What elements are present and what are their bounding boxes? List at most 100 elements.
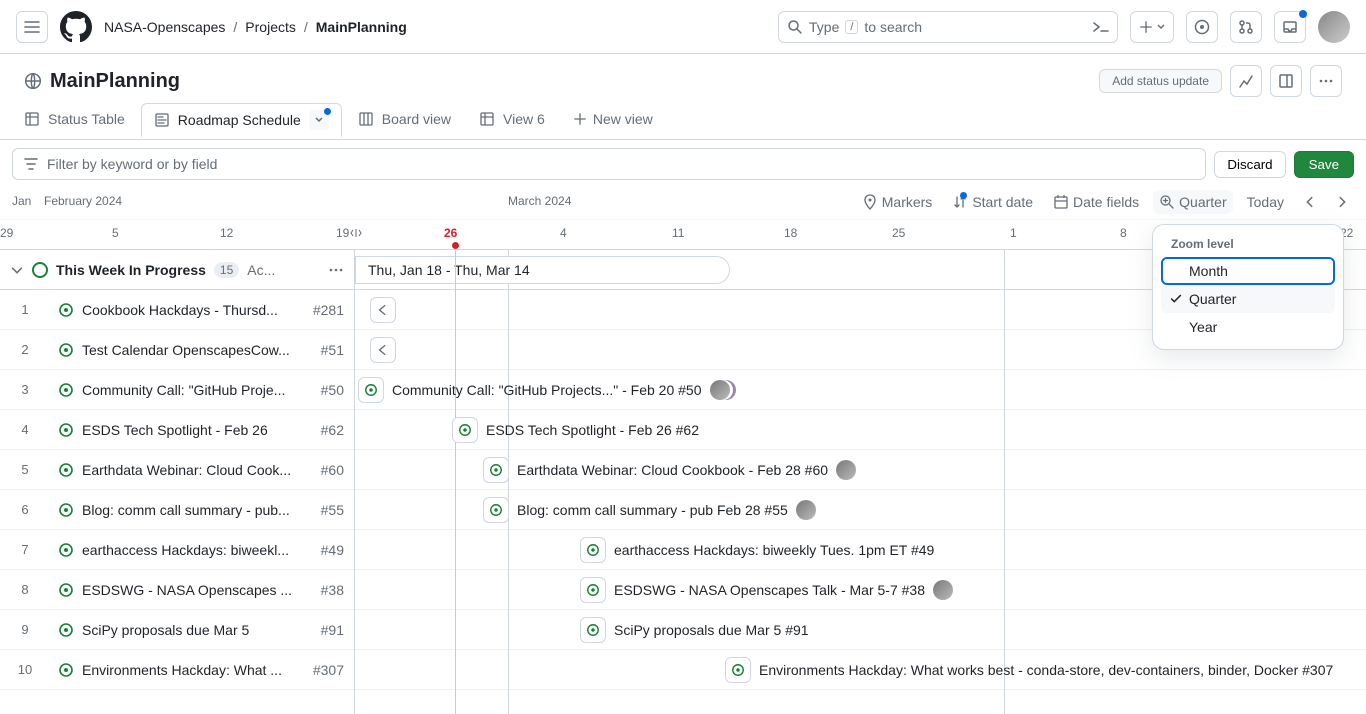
details-panel-button[interactable]	[1270, 65, 1302, 97]
open-issue-icon	[58, 462, 74, 478]
item-handle[interactable]	[358, 377, 384, 403]
breadcrumb-project[interactable]: MainPlanning	[316, 19, 407, 35]
issue-number: #60	[321, 462, 344, 478]
add-status-button[interactable]: Add status update	[1099, 69, 1222, 93]
notifications-button[interactable]	[1274, 11, 1306, 43]
date-fields-button[interactable]: Date fields	[1047, 190, 1145, 214]
project-name[interactable]: MainPlanning	[50, 70, 180, 93]
issues-button[interactable]	[1186, 11, 1218, 43]
prev-button[interactable]	[1298, 190, 1322, 214]
breadcrumb-sep: /	[304, 19, 308, 35]
tab-status-table[interactable]: Status Table	[12, 105, 137, 133]
table-row[interactable]: 3 Community Call: "GitHub Proje... #50	[0, 370, 354, 410]
item-handle[interactable]	[580, 537, 606, 563]
row-number: 3	[0, 382, 50, 397]
scroll-to-item-button[interactable]	[370, 337, 396, 363]
more-options-button[interactable]	[1310, 65, 1342, 97]
zoom-icon	[1159, 194, 1175, 210]
tab-view6[interactable]: View 6	[467, 105, 557, 133]
table-row[interactable]: 4 ESDS Tech Spotlight - Feb 26 #62	[0, 410, 354, 450]
table-row[interactable]: 2 Test Calendar OpenscapesCow... #51	[0, 330, 354, 370]
zoom-option-year[interactable]: Year	[1161, 313, 1335, 341]
plus-icon	[1139, 20, 1153, 34]
timeline-item[interactable]: SciPy proposals due Mar 5 #91	[580, 616, 809, 644]
start-date-label: Start date	[972, 194, 1033, 210]
open-issue-icon	[58, 342, 74, 358]
kebab-icon[interactable]	[328, 262, 344, 278]
item-handle[interactable]	[483, 457, 509, 483]
issue-title: ESDSWG - NASA Openscapes ...	[82, 582, 313, 598]
table-row[interactable]: 9 SciPy proposals due Mar 5 #91	[0, 610, 354, 650]
tab-label: Roadmap Schedule	[178, 112, 301, 128]
table-row[interactable]: 8 ESDSWG - NASA Openscapes ... #38	[0, 570, 354, 610]
scroll-to-item-button[interactable]	[370, 297, 396, 323]
assignee-avatar	[796, 500, 816, 520]
timeline-item[interactable]: earthaccess Hackdays: biweekly Tues. 1pm…	[580, 536, 934, 564]
item-label: Earthdata Webinar: Cloud Cookbook - Feb …	[517, 462, 828, 478]
zoom-menu-title: Zoom level	[1161, 233, 1335, 257]
zoom-option-month[interactable]: Month	[1161, 257, 1335, 285]
timeline-item[interactable]: ESDSWG - NASA Openscapes Talk - Mar 5-7 …	[580, 576, 953, 604]
group-date-bar[interactable]: Thu, Jan 18 - Thu, Mar 14	[355, 256, 730, 284]
markers-button[interactable]: Markers	[856, 190, 939, 214]
group-name: This Week In Progress	[56, 262, 206, 278]
tab-label: Board view	[382, 111, 451, 127]
timeline-item[interactable]: ESDS Tech Spotlight - Feb 26 #62	[452, 416, 699, 444]
item-handle[interactable]	[580, 617, 606, 643]
tab-roadmap[interactable]: Roadmap Schedule	[141, 103, 342, 137]
save-button[interactable]: Save	[1294, 151, 1354, 178]
table-row[interactable]: 5 Earthdata Webinar: Cloud Cook... #60	[0, 450, 354, 490]
timeline-item[interactable]: Community Call: "GitHub Projects..." - F…	[358, 376, 730, 404]
date-tick-today: 26	[444, 226, 457, 240]
next-button[interactable]	[1330, 190, 1354, 214]
item-handle[interactable]	[483, 497, 509, 523]
item-handle[interactable]	[580, 577, 606, 603]
tab-board[interactable]: Board view	[346, 105, 463, 133]
view-tabs: Status Table Roadmap Schedule Board view…	[0, 98, 1366, 140]
item-handle[interactable]	[725, 657, 751, 683]
hamburger-button[interactable]	[16, 11, 48, 43]
open-issue-icon	[58, 542, 74, 558]
avatar[interactable]	[1318, 11, 1350, 43]
group-header[interactable]: This Week In Progress 15 Ac...	[0, 250, 354, 290]
plus-icon	[573, 112, 587, 126]
zoom-option-quarter[interactable]: Quarter	[1161, 285, 1335, 313]
search-input[interactable]: Type / to search	[778, 11, 1118, 43]
open-issue-icon	[58, 662, 74, 678]
filter-bar: Filter by keyword or by field Discard Sa…	[0, 140, 1366, 188]
timeline-item[interactable]: Earthdata Webinar: Cloud Cookbook - Feb …	[483, 456, 856, 484]
bar-row: earthaccess Hackdays: biweekly Tues. 1pm…	[355, 530, 1366, 570]
today-button[interactable]: Today	[1241, 190, 1290, 214]
table-row[interactable]: 7 earthaccess Hackdays: biweekl... #49	[0, 530, 354, 570]
start-date-button[interactable]: Start date	[946, 190, 1039, 214]
item-handle[interactable]	[452, 417, 478, 443]
bar-row: SciPy proposals due Mar 5 #91	[355, 610, 1366, 650]
issue-number: #49	[321, 542, 344, 558]
table-row[interactable]: 6 Blog: comm call summary - pub... #55	[0, 490, 354, 530]
table-row[interactable]: 10 Environments Hackday: What ... #307	[0, 650, 354, 690]
timeline-item[interactable]: Blog: comm call summary - pub Feb 28 #55	[483, 496, 816, 524]
unsaved-dot	[324, 108, 331, 115]
tab-menu-button[interactable]	[309, 110, 329, 130]
zoom-level-button[interactable]: Quarter	[1153, 190, 1232, 214]
pull-requests-button[interactable]	[1230, 11, 1262, 43]
breadcrumb-section[interactable]: Projects	[245, 19, 296, 35]
breadcrumb-sep: /	[233, 19, 237, 35]
issue-title: earthaccess Hackdays: biweekl...	[82, 542, 313, 558]
open-issue-icon	[489, 503, 503, 517]
graph-icon	[1238, 73, 1254, 89]
insights-button[interactable]	[1230, 65, 1262, 97]
resize-handle-icon[interactable]	[350, 228, 362, 238]
row-number: 1	[0, 302, 50, 317]
discard-button[interactable]: Discard	[1214, 151, 1285, 178]
new-view-button[interactable]: New view	[561, 105, 665, 133]
timeline-item[interactable]: Environments Hackday: What works best - …	[725, 656, 1333, 684]
issue-number: #55	[321, 502, 344, 518]
create-new-button[interactable]	[1130, 11, 1174, 43]
table-row[interactable]: 1 Cookbook Hackdays - Thursd... #281	[0, 290, 354, 330]
filter-input[interactable]: Filter by keyword or by field	[12, 148, 1206, 180]
marker-icon	[862, 194, 878, 210]
breadcrumb-org[interactable]: NASA-Openscapes	[104, 19, 225, 35]
tab-label: View 6	[503, 111, 545, 127]
github-logo[interactable]	[60, 11, 92, 43]
